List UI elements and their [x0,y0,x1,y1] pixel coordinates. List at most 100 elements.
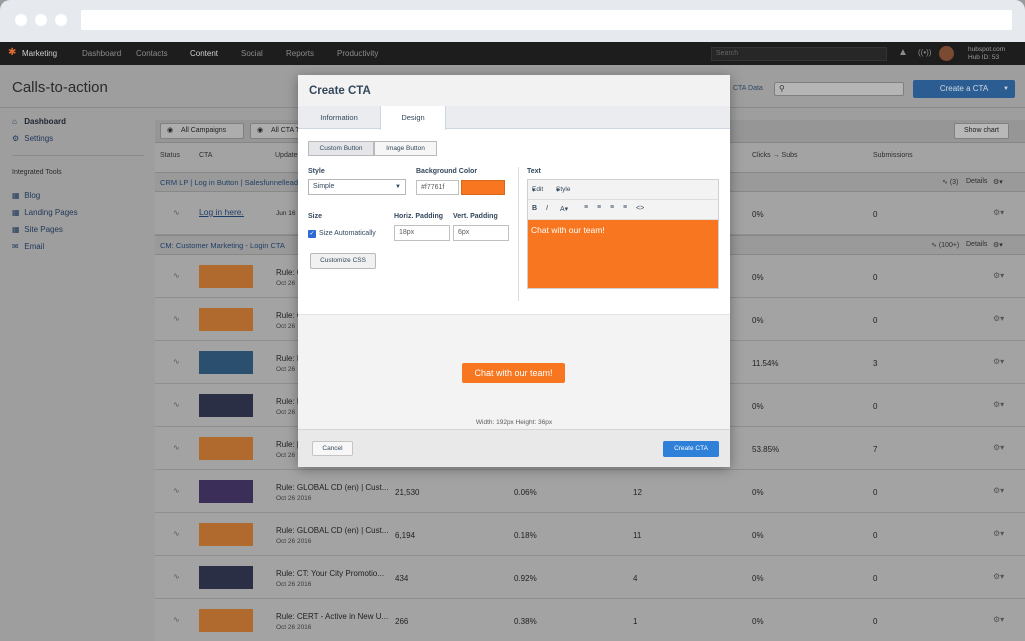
align-justify-icon[interactable]: ≡ [623,204,627,211]
editor-menu-edit[interactable]: Edit ▾ [532,186,543,194]
column-header-clicks-subs[interactable]: Clicks → Subs [752,152,798,159]
table-row[interactable]: ∿ Rule: GLOBAL CD (en) | Cust... Oct 26 … [155,513,1025,556]
sidebar-item-blog[interactable]: ▦ Blog [12,191,40,200]
create-cta-submit-button[interactable]: Create CTA [663,441,719,457]
font-color-icon[interactable]: A▾ [560,205,568,213]
color-swatch[interactable] [461,180,505,195]
image-button-toggle[interactable]: Image Button [374,141,437,156]
table-row[interactable]: ∿ Rule: GLOBAL CD (en) | Cust... Oct 26 … [155,470,1025,513]
column-header-submissions[interactable]: Submissions [873,152,913,159]
gear-icon[interactable]: ⚙▾ [993,357,1004,366]
size-automatically-checkbox[interactable]: ✓ [308,230,316,238]
italic-icon[interactable]: I [546,205,548,212]
horizontal-padding-input[interactable]: 18px [394,225,450,241]
cta-preview-link[interactable]: Log in here. [199,207,244,217]
editor-content[interactable]: Chat with our team! [528,220,718,288]
campaign-filter[interactable]: ◉ All Campaigns [160,123,244,139]
gear-icon[interactable]: ⚙▾ [993,486,1004,495]
gear-icon[interactable]: ⚙▾ [993,400,1004,409]
cancel-button[interactable]: Cancel [312,441,353,456]
gear-icon[interactable]: ⚙▾ [993,208,1004,217]
cta-thumbnail[interactable] [199,480,253,503]
show-chart-button[interactable]: Show chart [954,123,1009,139]
modal-footer: Cancel Create CTA [298,429,730,467]
cta-thumbnail[interactable] [199,566,253,589]
sidebar-item-site-pages[interactable]: ▦ Site Pages [12,225,63,234]
window-dot[interactable] [35,14,47,26]
cta-thumbnail[interactable] [199,609,253,632]
gear-icon[interactable]: ⚙▾ [993,443,1004,452]
table-row[interactable]: ∿ Rule: CERT - Active in New U... Oct 26… [155,599,1025,641]
tab-design[interactable]: Design [380,106,446,130]
cta-preview-button[interactable]: Chat with our team! [462,363,565,383]
customize-css-button[interactable]: Customize CSS [310,253,376,269]
nav-reports[interactable]: Reports [286,49,314,58]
row-clicks-subs: 0% [752,488,764,497]
notifications-icon[interactable]: ((•)) [918,48,931,57]
source-code-icon[interactable]: <> [636,205,644,212]
create-cta-button[interactable]: Create a CTA ▼ [913,80,1015,98]
vertical-padding-input[interactable]: 6px [453,225,509,241]
cta-thumbnail[interactable] [199,351,253,374]
gear-icon[interactable]: ⚙▾ [993,572,1004,581]
group-label[interactable]: CM: Customer Marketing - Login CTA [160,241,285,250]
sidebar-item-dashboard[interactable]: ⌂ Dashboard [12,117,66,126]
nav-content[interactable]: Content [190,49,218,58]
avatar[interactable] [939,46,954,61]
row-name[interactable]: Rule: CERT - Active in New U... [276,612,388,621]
table-row[interactable]: ∿ Rule: CT: Your City Promotio... Oct 26… [155,556,1025,599]
row-name[interactable]: Rule: CT: Your City Promotio... [276,569,384,578]
gear-icon[interactable]: ⚙▾ [993,241,1003,249]
row-clicks-subs: 0% [752,574,764,583]
sidebar-item-landing-pages[interactable]: ▦ Landing Pages [12,208,78,217]
hubspot-logo-icon[interactable]: ✱ [8,47,16,58]
editor-menu-style[interactable]: Style ▾ [556,186,570,194]
sidebar-item-email[interactable]: ✉ Email [12,242,44,251]
gear-icon[interactable]: ⚙▾ [993,178,1003,186]
row-name[interactable]: Rule: GLOBAL CD (en) | Cust... [276,483,388,492]
address-bar[interactable] [81,10,1012,30]
group-details-link[interactable]: Details [966,178,987,185]
style-select[interactable]: Simple ▼ [308,179,406,195]
row-clicks-subs: 0% [752,210,764,219]
academy-icon[interactable]: ▲ [898,47,908,58]
type-filter[interactable]: ◉ All CTA Ty [250,123,303,139]
background-color-input[interactable]: #f7761f [416,180,459,195]
nav-dashboard[interactable]: Dashboard [82,49,121,58]
align-left-icon[interactable]: ≡ [584,204,588,211]
column-header-updated[interactable]: Update [275,152,298,159]
nav-social[interactable]: Social [241,49,263,58]
column-header-status[interactable]: Status [160,152,180,159]
cta-preview-area: Chat with our team! Width: 192px Height:… [298,314,730,429]
gear-icon[interactable]: ⚙▾ [993,529,1004,538]
nav-productivity[interactable]: Productivity [337,49,378,58]
window-dot[interactable] [55,14,67,26]
cta-thumbnail[interactable] [199,394,253,417]
nav-marketing[interactable]: Marketing [22,49,57,58]
cta-thumbnail[interactable] [199,308,253,331]
cta-thumbnail[interactable] [199,265,253,288]
group-label[interactable]: CRM LP | Log in Button | Salesfunnellead [160,178,298,187]
cta-thumbnail[interactable] [199,437,253,460]
tab-information[interactable]: Information [298,106,380,129]
cta-thumbnail[interactable] [199,523,253,546]
custom-button-toggle[interactable]: Custom Button [308,141,374,156]
sidebar-item-settings[interactable]: ⚙ Settings [12,134,53,143]
row-name[interactable]: Rule: GLOBAL CD (en) | Cust... [276,526,388,535]
group-details-link[interactable]: Details [966,241,987,248]
align-center-icon[interactable]: ≡ [597,204,601,211]
row-name[interactable]: Rule: [ [276,440,299,449]
align-right-icon[interactable]: ≡ [610,204,614,211]
gear-icon[interactable]: ⚙▾ [993,271,1004,280]
column-header-cta[interactable]: CTA [199,152,212,159]
bold-icon[interactable]: B [532,205,537,212]
hub-info[interactable]: hubspot.com Hub ID: 53 [968,46,1005,62]
chevron-down-icon[interactable]: ▼ [1003,80,1009,98]
global-search-input[interactable]: Search [711,47,887,61]
cta-search-input[interactable]: ⚲ [774,82,904,96]
nav-contacts[interactable]: Contacts [136,49,168,58]
gear-icon[interactable]: ⚙▾ [993,615,1004,624]
cta-data-link[interactable]: CTA Data [733,85,763,92]
window-dot[interactable] [15,14,27,26]
gear-icon[interactable]: ⚙▾ [993,314,1004,323]
